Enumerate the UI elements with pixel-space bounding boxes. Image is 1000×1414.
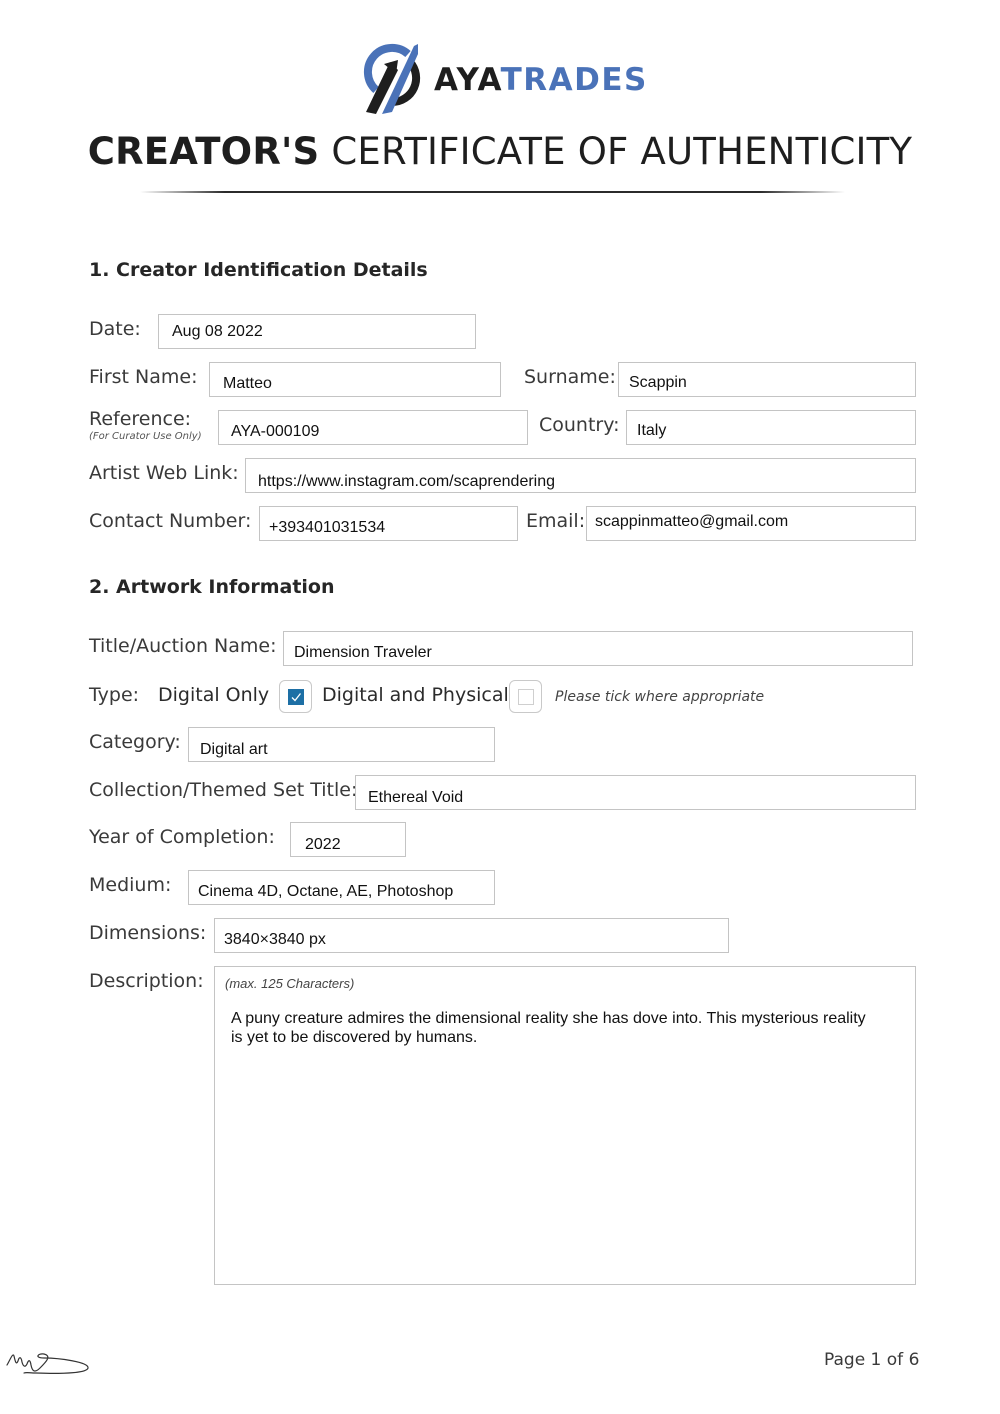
collection-value: Ethereal Void xyxy=(368,789,464,806)
document-title: CREATOR'S CERTIFICATE OF AUTHENTICITY xyxy=(0,130,1000,173)
document-title-bold: CREATOR'S xyxy=(87,130,320,173)
email-label: Email: xyxy=(526,510,586,532)
collection-label: Collection/Themed Set Title: xyxy=(89,779,358,801)
description-label: Description: xyxy=(89,970,204,992)
surname-value: Scappin xyxy=(629,374,687,391)
web-link-label: Artist Web Link: xyxy=(89,462,239,484)
type-hint: Please tick where appropriate xyxy=(555,689,765,705)
brand-name-trades: TRADES xyxy=(500,62,648,98)
contact-number-value: +393401031534 xyxy=(269,519,386,536)
country-label: Country: xyxy=(539,414,620,436)
signature xyxy=(4,1348,90,1382)
dimensions-value: 3840×3840 px xyxy=(224,931,326,948)
brand-name-aya: AYA xyxy=(434,62,501,98)
reference-label: Reference: xyxy=(89,408,192,430)
checkbox-checked-indicator xyxy=(288,689,304,705)
medium-field[interactable]: Cinema 4D, Octane, AE, Photoshop xyxy=(188,870,495,905)
web-link-value: https://www.instagram.com/scaprendering xyxy=(258,473,556,490)
description-value: A puny creature admires the dimensional … xyxy=(231,1010,866,1046)
collection-field[interactable]: Ethereal Void xyxy=(355,775,916,810)
surname-field[interactable]: Scappin xyxy=(618,362,916,397)
ayatrades-logo-icon xyxy=(363,43,421,114)
type-option-digital-physical-label: Digital and Physical xyxy=(322,684,509,706)
email-field[interactable]: scappinmatteo@gmail.com xyxy=(586,506,916,541)
page-number: Page 1 of 6 xyxy=(824,1350,920,1370)
brand-logo: AYATRADES xyxy=(362,40,646,116)
surname-label: Surname: xyxy=(524,366,616,388)
reference-field[interactable]: AYA-000109 xyxy=(218,410,528,445)
category-value: Digital art xyxy=(200,741,268,758)
description-field[interactable]: (max. 125 Characters) A puny creature ad… xyxy=(214,966,916,1285)
reference-value: AYA-000109 xyxy=(231,423,320,440)
first-name-field[interactable]: Matteo xyxy=(209,362,501,397)
brand-name: AYATRADES xyxy=(434,62,648,98)
medium-value: Cinema 4D, Octane, AE, Photoshop xyxy=(198,883,454,900)
web-link-field[interactable]: https://www.instagram.com/scaprendering xyxy=(245,458,916,493)
year-field[interactable]: 2022 xyxy=(290,822,406,857)
digital-only-checkbox[interactable] xyxy=(279,680,312,713)
section-heading-creator: 1. Creator Identification Details xyxy=(89,259,428,281)
country-value: Italy xyxy=(637,422,667,439)
date-value: Aug 08 2022 xyxy=(172,323,263,340)
medium-label: Medium: xyxy=(89,874,172,896)
email-value: scappinmatteo@gmail.com xyxy=(595,513,789,530)
category-field[interactable]: Digital art xyxy=(188,727,495,762)
first-name-label: First Name: xyxy=(89,366,198,388)
date-label: Date: xyxy=(89,318,141,340)
checkbox-unchecked-indicator xyxy=(518,689,534,705)
year-label: Year of Completion: xyxy=(89,826,275,848)
title-divider xyxy=(140,191,845,193)
digital-physical-checkbox[interactable] xyxy=(509,680,542,713)
country-field[interactable]: Italy xyxy=(626,410,916,445)
section-heading-artwork: 2. Artwork Information xyxy=(89,576,335,598)
title-auction-label: Title/Auction Name: xyxy=(89,635,277,657)
document-title-light: CERTIFICATE OF AUTHENTICITY xyxy=(331,130,913,173)
year-value: 2022 xyxy=(305,836,341,853)
checkmark-icon xyxy=(291,693,302,702)
dimensions-field[interactable]: 3840×3840 px xyxy=(214,918,729,953)
type-option-digital-only-label: Digital Only xyxy=(158,684,270,706)
contact-number-field[interactable]: +393401031534 xyxy=(259,506,518,541)
title-auction-field[interactable]: Dimension Traveler xyxy=(283,631,913,666)
type-label: Type: xyxy=(89,684,140,706)
dimensions-label: Dimensions: xyxy=(89,922,207,944)
contact-number-label: Contact Number: xyxy=(89,510,252,532)
description-hint: (max. 125 Characters) xyxy=(225,976,355,991)
first-name-value: Matteo xyxy=(223,375,272,392)
title-auction-value: Dimension Traveler xyxy=(294,644,432,661)
date-field[interactable]: Aug 08 2022 xyxy=(158,314,476,349)
reference-sub-label: (For Curator Use Only) xyxy=(89,431,202,442)
category-label: Category: xyxy=(89,731,181,753)
signature-icon xyxy=(6,1353,89,1374)
